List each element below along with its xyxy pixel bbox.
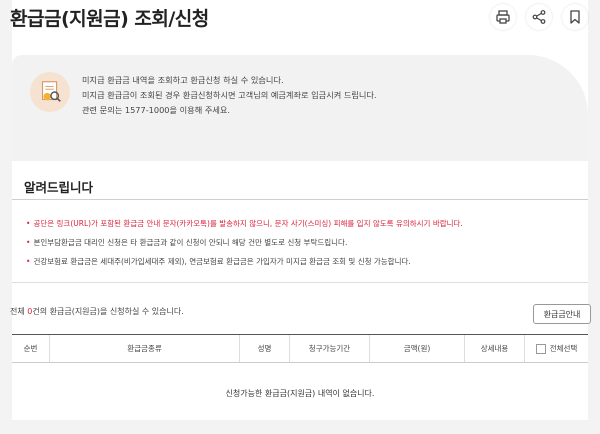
column-header-select-all: 전체선택	[525, 335, 588, 362]
info-text: 미지급 환급금 내역을 조회하고 환급신청 하실 수 있습니다. 미지급 환급금…	[82, 73, 377, 118]
column-header-detail: 상세내용	[465, 335, 525, 362]
column-header-name: 성명	[240, 335, 290, 362]
bookmark-icon	[570, 10, 580, 24]
document-search-icon	[30, 72, 70, 112]
notice-title: 알려드립니다	[24, 180, 94, 195]
empty-table-message: 신청가능한 환급금(지원금) 내역이 없습니다.	[225, 389, 375, 398]
summary-text: 전체 0건의 환급금(지원금)을 신청하실 수 있습니다.	[10, 306, 184, 317]
notice-item: • 건강보험료 환급금은 세대주(비가입세대주 제외), 연금보험료 환급금은 가…	[26, 255, 463, 274]
notice-item-text: 공단은 링크(URL)가 포함된 환급금 안내 문자(카카오톡)를 발송하지 않…	[33, 219, 463, 228]
info-line: 미지급 환급금이 조회된 경우 환급신청하시면 고객님의 예금계좌로 입금시켜 …	[82, 90, 377, 100]
refund-guide-button[interactable]: 환급금안내	[533, 304, 591, 324]
bullet-icon: •	[26, 219, 31, 228]
page-title: 환급금(지원금) 조회/신청	[10, 8, 209, 30]
notice-item: • 본인부담환급금 대리인 신청은 타 환급금과 같이 신청이 안되니 해당 건만…	[26, 236, 463, 255]
column-header-amount: 금액(원)	[370, 335, 465, 362]
notice-divider	[12, 199, 588, 200]
share-icon	[532, 10, 546, 24]
printer-icon	[496, 10, 510, 24]
frame-left-shadow	[0, 0, 12, 434]
info-box: 미지급 환급금 내역을 조회하고 환급신청 하실 수 있습니다. 미지급 환급금…	[12, 55, 588, 161]
share-button[interactable]	[526, 4, 552, 30]
bullet-icon: •	[26, 257, 31, 266]
column-header-type: 환급금종류	[50, 335, 240, 362]
bullet-icon: •	[26, 238, 31, 247]
summary-suffix: 건의 환급금(지원금)을 신청하실 수 있습니다.	[32, 307, 184, 316]
select-all-label: 전체선택	[549, 344, 578, 353]
table-header: 순번 환급금종류 성명 청구가능기간 금액(원) 상세내용 전체선택	[12, 334, 588, 363]
notice-item-text: 건강보험료 환급금은 세대주(비가입세대주 제외), 연금보험료 환급금은 가입…	[33, 257, 411, 266]
top-actions	[490, 4, 588, 30]
notice-item: • 공단은 링크(URL)가 포함된 환급금 안내 문자(카카오톡)를 발송하지 …	[26, 217, 463, 236]
column-header-number: 순번	[12, 335, 50, 362]
section-divider	[12, 282, 588, 283]
print-button[interactable]	[490, 4, 516, 30]
notice-list: • 공단은 링크(URL)가 포함된 환급금 안내 문자(카카오톡)를 발송하지 …	[26, 217, 463, 274]
frame-right-shadow	[588, 0, 600, 434]
bookmark-button[interactable]	[562, 4, 588, 30]
summary-prefix: 전체	[10, 307, 28, 316]
frame-bottom-shadow	[0, 420, 600, 434]
select-all-checkbox[interactable]	[535, 343, 546, 354]
info-line: 미지급 환급금 내역을 조회하고 환급신청 하실 수 있습니다.	[82, 75, 284, 85]
column-header-period: 청구가능기간	[290, 335, 370, 362]
info-line: 관련 문의는 1577-1000을 이용해 주세요.	[82, 105, 231, 115]
notice-item-text: 본인부담환급금 대리인 신청은 타 환급금과 같이 신청이 안되니 해당 건만 …	[33, 238, 348, 247]
